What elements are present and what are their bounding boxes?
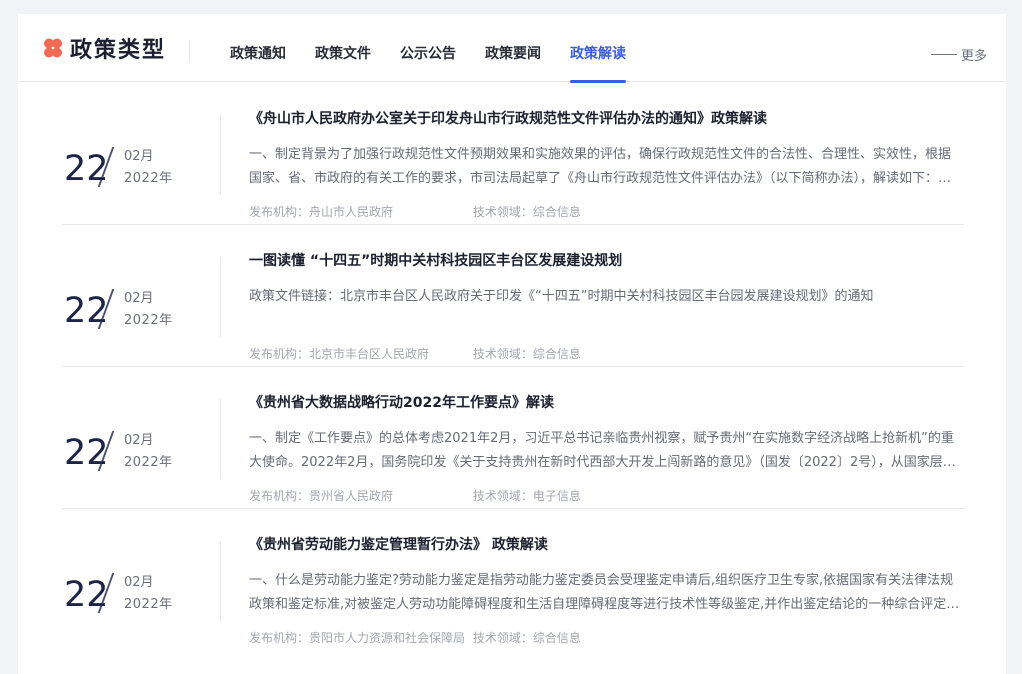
date-month: 02月 xyxy=(124,433,154,448)
tab-policy-notice[interactable]: 政策通知 xyxy=(230,14,286,82)
flower-icon xyxy=(44,38,62,58)
item-summary: 一、制定背景为了加强行政规范性文件预期效果和实施效果的评估，确保行政规范性文件的… xyxy=(249,147,952,186)
item-divider xyxy=(220,257,221,337)
item-summary: 一、什么是劳动能力鉴定?劳动能力鉴定是指劳动能力鉴定委员会受理鉴定申请后,组织医… xyxy=(249,573,960,612)
tab-policy-news[interactable]: 政策要闻 xyxy=(485,14,541,82)
more-link[interactable]: 更多 xyxy=(930,14,987,82)
policy-panel: 政策类型 政策通知 政策文件 公示公告 政策要闻 政策解读 更多 22 02月 … xyxy=(18,14,1006,674)
item-domain: 技术领域：综合信息 xyxy=(472,205,581,219)
item-meta: 发布机构：贵州省人民政府 技术领域：电子信息 xyxy=(249,487,961,505)
date-year: 2022年 xyxy=(124,597,173,612)
date-block: 22 02月 2022年 xyxy=(62,225,220,367)
brand-divider xyxy=(189,40,190,62)
more-label: 更多 xyxy=(960,48,987,64)
date-month: 02月 xyxy=(124,575,154,590)
panel-header: 政策类型 政策通知 政策文件 公示公告 政策要闻 政策解读 更多 xyxy=(18,14,1006,83)
item-agency: 发布机构：舟山市人民政府 xyxy=(249,205,394,219)
date-day: 22 xyxy=(64,575,109,615)
date-month: 02月 xyxy=(124,291,154,306)
section-title: 政策类型 xyxy=(70,38,167,63)
item-divider xyxy=(220,541,221,621)
item-domain: 技术领域：综合信息 xyxy=(472,631,581,645)
date-block: 22 02月 2022年 xyxy=(62,367,220,509)
item-divider xyxy=(220,115,221,195)
item-summary: 政策文件链接：北京市丰台区人民政府关于印发《“十四五”时期中关村科技园区丰台园发… xyxy=(249,289,874,304)
article-list: 22 02月 2022年 《舟山市人民政府办公室关于印发舟山市行政规范性文件评估… xyxy=(62,83,964,651)
tab-policy-interpretation[interactable]: 政策解读 xyxy=(570,14,626,83)
date-day: 22 xyxy=(64,149,109,189)
date-block: 22 02月 2022年 xyxy=(62,509,220,651)
date-day: 22 xyxy=(64,291,109,331)
item-meta: 发布机构：贵阳市人力资源和社会保障局 技术领域：综合信息 xyxy=(249,629,961,647)
dash-icon xyxy=(930,53,957,55)
item-agency: 发布机构：北京市丰台区人民政府 xyxy=(249,347,430,361)
list-item[interactable]: 22 02月 2022年 一图读懂 “十四五”时期中关村科技园区丰台区发展建设规… xyxy=(62,225,964,367)
item-title[interactable]: 一图读懂 “十四五”时期中关村科技园区丰台区发展建设规划 xyxy=(249,251,961,271)
item-title[interactable]: 《贵州省劳动能力鉴定管理暂行办法》 政策解读 xyxy=(249,535,961,555)
date-year: 2022年 xyxy=(124,313,173,328)
list-item[interactable]: 22 02月 2022年 《贵州省大数据战略行动2022年工作要点》解读 一、制… xyxy=(62,367,964,509)
date-month: 02月 xyxy=(124,149,154,164)
date-year: 2022年 xyxy=(124,455,173,470)
item-agency: 发布机构：贵州省人民政府 xyxy=(249,489,394,503)
brand: 政策类型 xyxy=(42,14,166,82)
list-item[interactable]: 22 02月 2022年 《舟山市人民政府办公室关于印发舟山市行政规范性文件评估… xyxy=(62,83,964,225)
tab-public-announcements[interactable]: 公示公告 xyxy=(400,14,456,82)
date-day: 22 xyxy=(64,433,109,473)
date-year: 2022年 xyxy=(124,171,173,186)
item-meta: 发布机构：舟山市人民政府 技术领域：综合信息 xyxy=(249,203,961,221)
date-block: 22 02月 2022年 xyxy=(62,83,220,225)
item-domain: 技术领域：综合信息 xyxy=(472,347,581,361)
policy-tabs: 政策通知 政策文件 公示公告 政策要闻 政策解读 xyxy=(230,14,655,83)
tab-policy-documents[interactable]: 政策文件 xyxy=(315,14,371,82)
item-domain: 技术领域：电子信息 xyxy=(472,489,581,503)
item-divider xyxy=(220,399,221,479)
item-title[interactable]: 《舟山市人民政府办公室关于印发舟山市行政规范性文件评估办法的通知》政策解读 xyxy=(249,109,961,129)
item-agency: 发布机构：贵阳市人力资源和社会保障局 xyxy=(249,631,466,645)
list-item[interactable]: 22 02月 2022年 《贵州省劳动能力鉴定管理暂行办法》 政策解读 一、什么… xyxy=(62,509,964,651)
item-summary: 一、制定《工作要点》的总体考虑2021年2月，习近平总书记亲临贵州视察，赋予贵州… xyxy=(249,431,956,470)
item-title[interactable]: 《贵州省大数据战略行动2022年工作要点》解读 xyxy=(249,393,961,413)
item-meta: 发布机构：北京市丰台区人民政府 技术领域：综合信息 xyxy=(249,345,961,363)
